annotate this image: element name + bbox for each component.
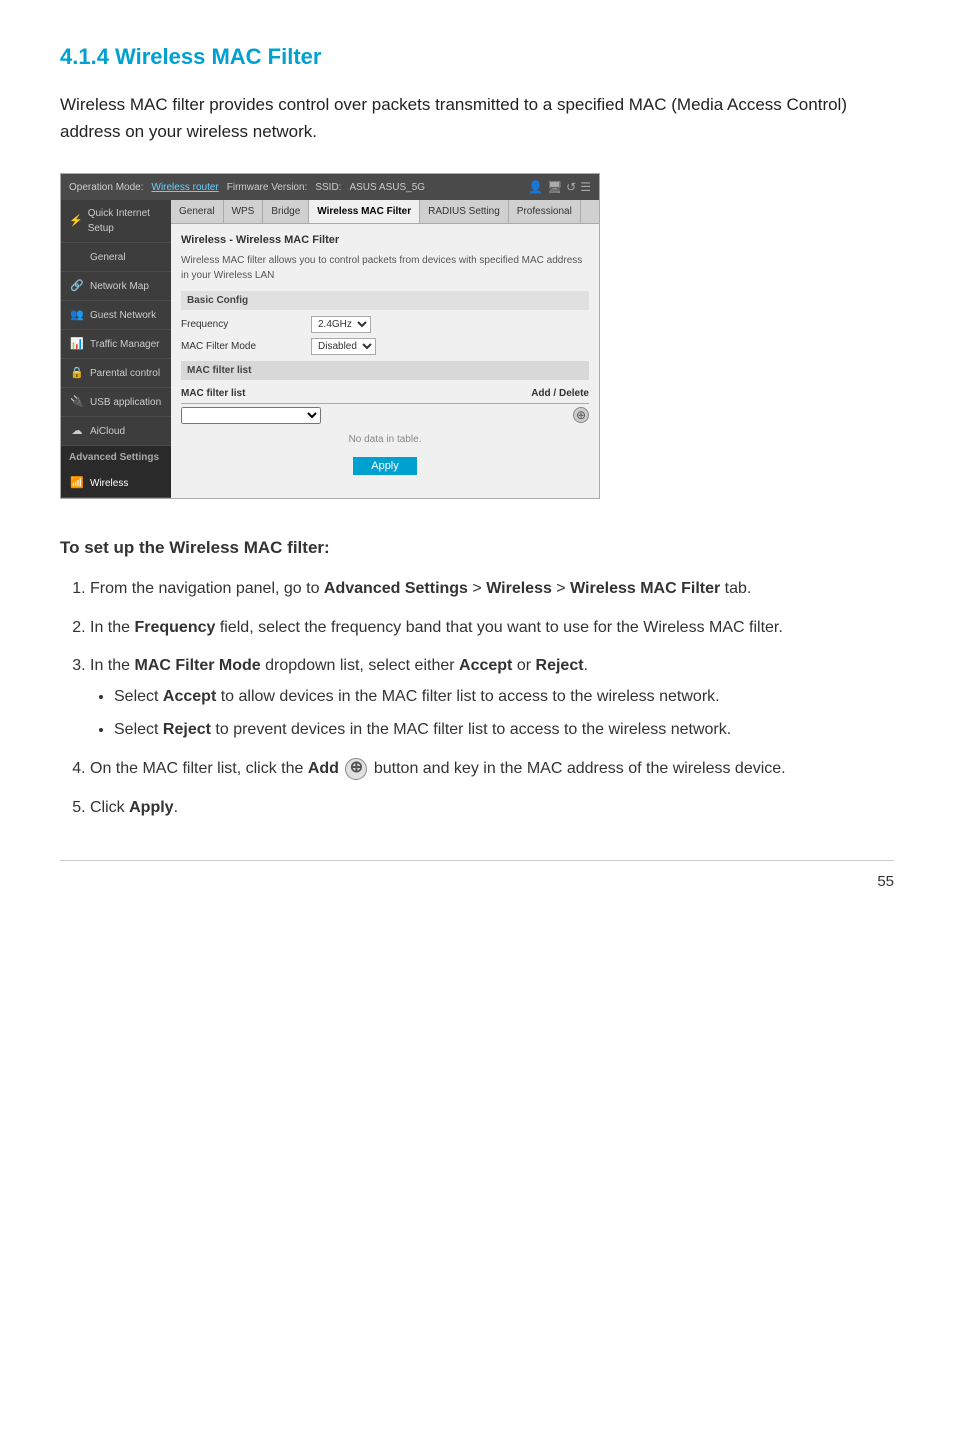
section-description: Wireless MAC filter allows you to contro…: [181, 253, 589, 283]
router-body: ⚡ Quick Internet Setup General 🔗 Network…: [61, 200, 599, 498]
page-title: 4.1.4 Wireless MAC Filter: [60, 40, 894, 73]
firmware-label: Firmware Version:: [227, 180, 308, 195]
tab-wireless-mac-filter[interactable]: Wireless MAC Filter: [309, 200, 420, 223]
ssid-value: ASUS ASUS_5G: [349, 180, 425, 195]
step5-apply-bold: Apply: [129, 799, 173, 816]
sidebar-label-usb-application: USB application: [90, 395, 161, 410]
mac-filter-mode-select[interactable]: Disabled Accept Reject: [311, 338, 376, 355]
router-sidebar: ⚡ Quick Internet Setup General 🔗 Network…: [61, 200, 171, 498]
wireless-icon: 📶: [69, 475, 85, 491]
mac-table-row: ⊕: [181, 407, 589, 424]
sidebar-label-guest-network: Guest Network: [90, 308, 156, 323]
sidebar-label-traffic-manager: Traffic Manager: [90, 337, 159, 352]
icon-menu: ☰: [580, 178, 591, 196]
sidebar-label-quick-internet: Quick Internet Setup: [88, 206, 163, 236]
sidebar-item-aicloud[interactable]: ☁ AiCloud: [61, 417, 171, 446]
quick-internet-icon: ⚡: [69, 213, 83, 229]
router-top-bar: Operation Mode: Wireless router Firmware…: [61, 174, 599, 200]
sidebar-label-general: General: [90, 250, 126, 265]
parental-control-icon: 🔒: [69, 365, 85, 381]
instruction-step-3: In the MAC Filter Mode dropdown list, se…: [90, 654, 894, 742]
instruction-step-2: In the Frequency field, select the frequ…: [90, 616, 894, 641]
sidebar-item-parental-control[interactable]: 🔒 Parental control: [61, 359, 171, 388]
add-delete-label: Add / Delete: [531, 386, 589, 401]
add-icon-inline: ⊕: [345, 758, 367, 780]
frequency-select[interactable]: 2.4GHz 5GHz: [311, 316, 371, 333]
step1-bold2: Wireless: [486, 580, 552, 597]
sidebar-item-network-map[interactable]: 🔗 Network Map: [61, 272, 171, 301]
page-number: 55: [877, 873, 894, 890]
tab-wps[interactable]: WPS: [224, 200, 264, 223]
instruction-step-4: On the MAC filter list, click the Add ⊕ …: [90, 757, 894, 782]
mode-info: Operation Mode: Wireless router Firmware…: [69, 180, 425, 195]
sidebar-label-aicloud: AiCloud: [90, 424, 125, 439]
step3-bold1: MAC Filter Mode: [134, 657, 260, 674]
accept-bold: Accept: [163, 688, 216, 705]
sidebar-item-wireless[interactable]: 📶 Wireless: [61, 469, 171, 498]
icon-user: 👤: [528, 178, 543, 196]
apply-button-wrap: Apply: [181, 457, 589, 475]
frequency-label: Frequency: [181, 317, 311, 332]
sidebar-item-quick-internet-setup[interactable]: ⚡ Quick Internet Setup: [61, 200, 171, 243]
router-top-icons: 👤 🖥 ↺ ☰: [528, 178, 591, 196]
aicloud-icon: ☁: [69, 423, 85, 439]
mac-table-header: MAC filter list Add / Delete: [181, 384, 589, 404]
general-icon: [69, 249, 85, 265]
tab-professional[interactable]: Professional: [509, 200, 581, 223]
icon-refresh: ↺: [566, 178, 576, 196]
operation-mode-label: Operation Mode:: [69, 180, 144, 195]
instruction-step-1: From the navigation panel, go to Advance…: [90, 577, 894, 602]
step2-bold1: Frequency: [134, 619, 215, 636]
mac-filter-mode-row: MAC Filter Mode Disabled Accept Reject: [181, 338, 589, 355]
sidebar-label-wireless: Wireless: [90, 476, 128, 491]
tab-radius-setting[interactable]: RADIUS Setting: [420, 200, 509, 223]
advanced-settings-header: Advanced Settings: [61, 446, 171, 469]
network-map-icon: 🔗: [69, 278, 85, 294]
router-tabs: General WPS Bridge Wireless MAC Filter R…: [171, 200, 599, 224]
step3-bold2: Accept: [459, 657, 512, 674]
mac-entry-select[interactable]: [181, 407, 321, 424]
sidebar-item-usb-application[interactable]: 🔌 USB application: [61, 388, 171, 417]
step3-bold3: Reject: [536, 657, 584, 674]
usb-icon: 🔌: [69, 394, 85, 410]
tab-bridge[interactable]: Bridge: [263, 200, 309, 223]
router-ui-screenshot: Operation Mode: Wireless router Firmware…: [60, 173, 600, 499]
sidebar-label-network-map: Network Map: [90, 279, 149, 294]
no-data-message: No data in table.: [181, 428, 589, 451]
sidebar-item-traffic-manager[interactable]: 📊 Traffic Manager: [61, 330, 171, 359]
sidebar-item-guest-network[interactable]: 👥 Guest Network: [61, 301, 171, 330]
frequency-row: Frequency 2.4GHz 5GHz: [181, 316, 589, 333]
apply-button[interactable]: Apply: [353, 457, 417, 475]
mac-filter-mode-label: MAC Filter Mode: [181, 339, 311, 354]
step3-bullets: Select Accept to allow devices in the MA…: [90, 685, 894, 743]
step1-bold1: Advanced Settings: [324, 580, 468, 597]
step3-bullet-reject: Select Reject to prevent devices in the …: [114, 718, 894, 743]
operation-mode-value: Wireless router: [152, 180, 219, 195]
step4-add-bold: Add: [308, 760, 339, 777]
add-button[interactable]: ⊕: [573, 407, 589, 423]
sidebar-item-general[interactable]: General: [61, 243, 171, 272]
instructions-list: From the navigation panel, go to Advance…: [60, 577, 894, 821]
ssid-label: SSID:: [315, 180, 341, 195]
reject-bold: Reject: [163, 721, 211, 738]
router-content-area: Wireless - Wireless MAC Filter Wireless …: [171, 224, 599, 483]
router-main-content: General WPS Bridge Wireless MAC Filter R…: [171, 200, 599, 498]
intro-paragraph: Wireless MAC filter provides control ove…: [60, 91, 894, 145]
step3-bullet-accept: Select Accept to allow devices in the MA…: [114, 685, 894, 710]
guest-network-icon: 👥: [69, 307, 85, 323]
instructions-title: To set up the Wireless MAC filter:: [60, 535, 894, 561]
instruction-step-5: Click Apply.: [90, 796, 894, 821]
icon-monitor: 🖥: [547, 178, 562, 196]
section-title: Wireless - Wireless MAC Filter: [181, 232, 589, 249]
mac-filter-list-header: MAC filter list: [181, 386, 245, 401]
mac-filter-list-section: MAC filter list: [181, 361, 589, 380]
page-footer: 55: [60, 860, 894, 894]
tab-general[interactable]: General: [171, 200, 224, 223]
basic-config-label: Basic Config: [181, 291, 589, 310]
traffic-manager-icon: 📊: [69, 336, 85, 352]
step1-bold3: Wireless MAC Filter: [570, 580, 720, 597]
sidebar-label-parental-control: Parental control: [90, 366, 160, 381]
